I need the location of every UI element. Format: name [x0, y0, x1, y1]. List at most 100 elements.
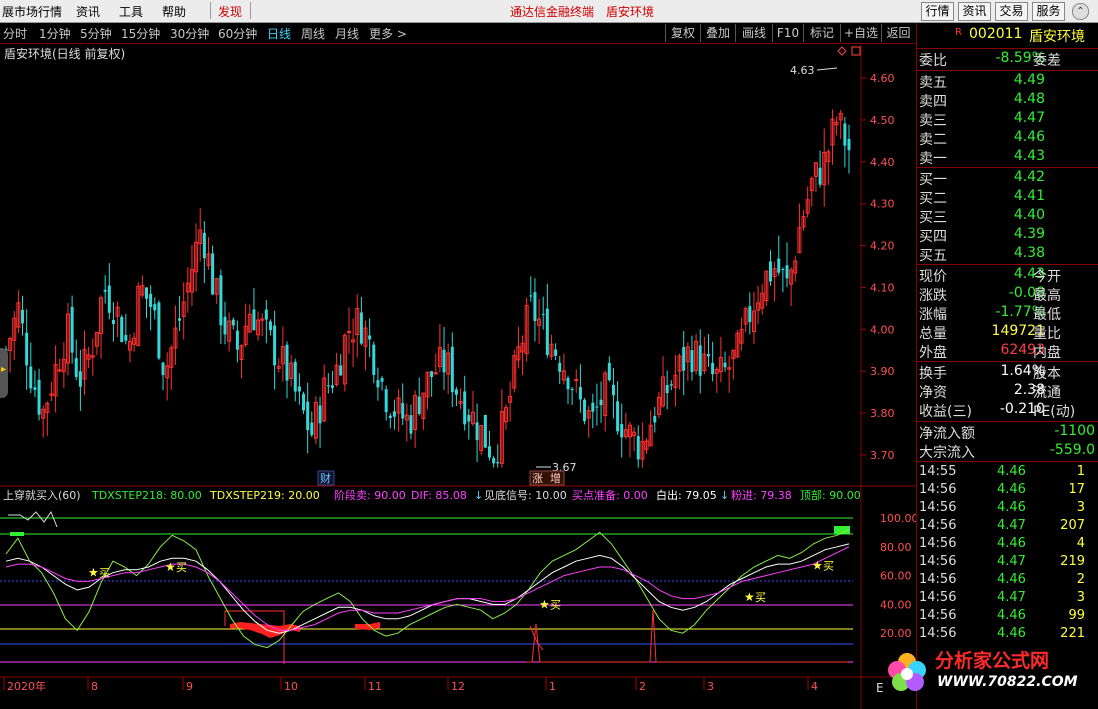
adjust-button[interactable]: 复权	[665, 24, 700, 42]
menu-discover[interactable]: 发现	[218, 3, 242, 20]
period-tab-daily[interactable]: 日线	[267, 25, 291, 42]
tick-volume: 3	[1076, 590, 1085, 605]
divider	[917, 421, 1098, 422]
trade-button[interactable]: 交易	[995, 2, 1028, 21]
tick-price: 4.46	[997, 608, 1026, 623]
quote-row: 净资 2.38 流通	[917, 382, 1087, 401]
indicator-tick-label: 20.00	[880, 627, 912, 640]
candle-body	[636, 436, 640, 460]
tick-time: 14:56	[919, 554, 957, 569]
buy-signal-label: 买	[99, 567, 110, 580]
x-tick-label: 2020年	[7, 679, 46, 693]
row-label: 卖三	[919, 113, 947, 129]
period-tab-timeshare[interactable]: 分时	[3, 25, 27, 42]
tick-time: 14:56	[919, 608, 957, 623]
tick-row: 14:56 4.47 219	[917, 554, 1087, 572]
row-label: 涨跌	[919, 288, 947, 304]
x-axis-end-marker: E	[876, 681, 884, 695]
menu-tools[interactable]: 工具	[119, 3, 143, 20]
quote-row: 卖一 4.43	[917, 148, 1087, 167]
row-value: 4.41	[1013, 188, 1045, 204]
tick-time: 14:56	[919, 572, 957, 587]
service-button[interactable]: 服务	[1032, 2, 1065, 21]
period-tab-15min[interactable]: 15分钟	[121, 25, 160, 42]
candle-body	[707, 354, 710, 357]
news-button[interactable]: 资讯	[958, 2, 991, 21]
candle-body	[711, 362, 715, 375]
menu-divider	[210, 2, 211, 19]
window-stock-name: 盾安环境	[606, 5, 655, 19]
tick-price: 4.47	[997, 554, 1026, 569]
high-price-label: 4.63	[790, 64, 815, 77]
candle-body	[145, 287, 148, 299]
candle-body	[409, 415, 413, 434]
row-value: 4.42	[1013, 169, 1045, 185]
candle-body	[401, 403, 405, 419]
indicator-name[interactable]: 上穿就买入(60)	[3, 488, 81, 502]
quote-row: 买一 4.42	[917, 169, 1087, 188]
tick-row: 14:56 4.46 4	[917, 536, 1087, 554]
tick-price: 4.46	[997, 572, 1026, 587]
tick-time: 14:56	[919, 482, 957, 497]
tick-time: 14:56	[919, 626, 957, 641]
kline-chart[interactable]: 盾安环境(日线 前复权) 4.60 4.50 4.40 4.30 4.20 4.10 4.0…	[0, 44, 916, 709]
quote-button[interactable]: 行情	[921, 2, 954, 21]
margin-flag: R	[955, 27, 962, 38]
stock-header: R 002011 盾安环境	[917, 23, 1098, 47]
flow-label: 大宗流入	[919, 445, 975, 461]
menu-help[interactable]: 帮助	[162, 3, 186, 20]
quote-row: 现价 4.43 今开	[917, 266, 1087, 285]
candle-body	[107, 285, 111, 313]
quote-row: 总量 149721 量比	[917, 323, 1087, 342]
indicator-value: 买点准备: 0.00	[572, 488, 648, 502]
price-tick-label: 4.00	[870, 323, 895, 336]
tick-row: 14:56 4.47 3	[917, 590, 1087, 608]
candle-body	[545, 308, 549, 355]
quote-row: 买四 4.39	[917, 226, 1087, 245]
row-label: 净资	[919, 385, 947, 401]
tick-row: 14:56 4.46 2	[917, 572, 1087, 590]
candle-body	[223, 316, 227, 335]
quote-row: 涨跌 -0.08 最高	[917, 285, 1087, 304]
period-tab-1min[interactable]: 1分钟	[39, 25, 71, 42]
row-label: 总量	[919, 326, 947, 342]
period-tab-weekly[interactable]: 周线	[301, 25, 325, 42]
quote-row: 买五 4.38	[917, 245, 1087, 264]
overlay-button[interactable]: 叠加	[700, 24, 735, 42]
candle-body	[202, 232, 206, 259]
indicator-tick-label: 60.00	[880, 570, 912, 583]
menu-market[interactable]: 展市场行情	[2, 3, 62, 20]
flow-label: 净流入额	[919, 426, 975, 442]
candle-body	[483, 414, 487, 448]
tick-volume: 17	[1068, 482, 1085, 497]
indicator-tick-label: 40.00	[880, 598, 912, 611]
candle-body	[607, 362, 611, 381]
period-tab-more[interactable]: 更多 >	[369, 25, 407, 42]
draw-line-button[interactable]: 画线	[735, 24, 772, 42]
tick-volume: 4	[1076, 536, 1085, 551]
row-label: 涨幅	[919, 307, 947, 323]
buy-signal-label: 买	[823, 560, 834, 573]
x-tick-label: 2	[639, 680, 646, 693]
candle-body	[33, 387, 37, 391]
candle-body	[682, 347, 686, 371]
candle-body	[698, 345, 702, 376]
down-arrow-icon: ↓	[720, 489, 729, 502]
indicator-value: TDXSTEP219: 20.00	[209, 489, 320, 502]
back-button[interactable]: 返回	[881, 24, 915, 42]
candle-body	[463, 391, 467, 425]
price-tick-label: 4.40	[870, 156, 895, 169]
f10-button[interactable]: F10	[772, 24, 803, 42]
side-drawer-handle[interactable]: ▸	[0, 348, 8, 398]
period-tab-5min[interactable]: 5分钟	[80, 25, 112, 42]
candle-body	[29, 366, 33, 389]
row-label: 买五	[919, 248, 947, 264]
period-tab-monthly[interactable]: 月线	[335, 25, 359, 42]
candle-body	[669, 384, 673, 386]
period-tab-30min[interactable]: 30分钟	[170, 25, 209, 42]
menu-news[interactable]: 资讯	[76, 3, 100, 20]
add-watchlist-button[interactable]: +自选	[840, 24, 881, 42]
period-tab-60min[interactable]: 60分钟	[218, 25, 257, 42]
mark-button[interactable]: 标记	[803, 24, 840, 42]
collapse-icon[interactable]: ⌃	[1072, 3, 1089, 20]
